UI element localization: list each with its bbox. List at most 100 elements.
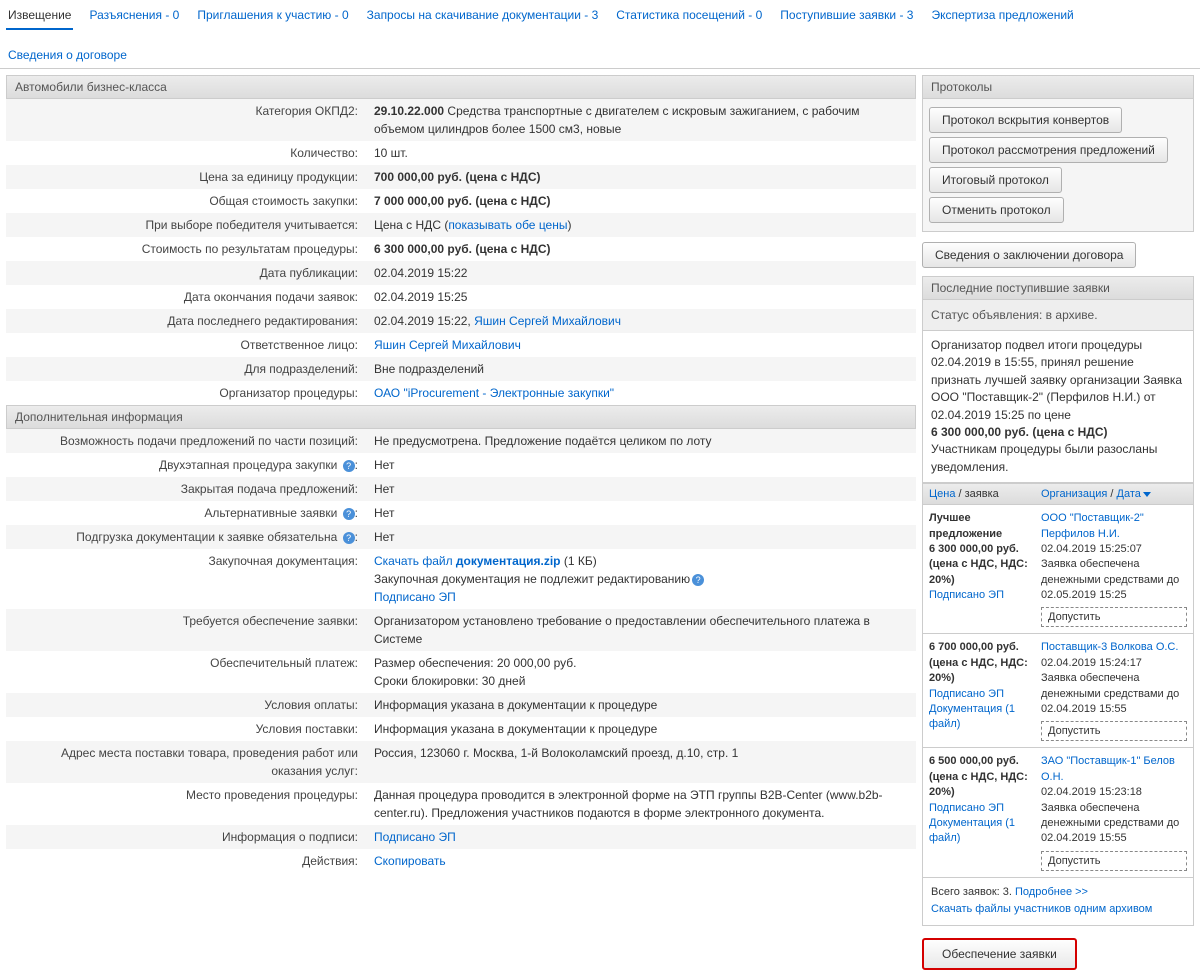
main-section-header: Автомобили бизнес-класса bbox=[6, 75, 916, 99]
closed-value: Нет bbox=[366, 477, 916, 501]
winner-criteria-value: Цена с НДС (показывать обе цены) bbox=[366, 213, 916, 237]
result-label: Стоимость по результатам процедуры: bbox=[6, 237, 366, 261]
bid-security-button[interactable]: Обеспечение заявки bbox=[922, 938, 1077, 970]
venue-label: Место проведения процедуры: bbox=[6, 783, 366, 825]
bid-signed-link[interactable]: Подписано ЭП bbox=[929, 802, 1004, 814]
secreq-value: Организатором установлено требование о п… bbox=[366, 609, 916, 651]
bid-org-link[interactable]: ЗАО "Поставщик-1" Белов О.Н. bbox=[1041, 755, 1175, 782]
help-icon[interactable]: ? bbox=[343, 508, 355, 520]
sig-label: Информация о подписи: bbox=[6, 825, 366, 849]
closed-label: Закрытая подача предложений: bbox=[6, 477, 366, 501]
bid-price: 6 500 000,00 руб. (цена с НДС, НДС: 20%) bbox=[929, 755, 1028, 798]
tab-received-bids[interactable]: Поступившие заявки - 3 bbox=[778, 4, 915, 30]
organizer-value: ОАО "iProcurement - Электронные закупки" bbox=[366, 381, 916, 405]
bid-row: 6 500 000,00 руб. (цена с НДС, НДС: 20%)… bbox=[922, 748, 1194, 877]
allow-button[interactable]: Допустить bbox=[1041, 851, 1187, 871]
bid-row: 6 700 000,00 руб. (цена с НДС, НДС: 20%)… bbox=[922, 634, 1194, 748]
chevron-down-icon bbox=[1143, 492, 1151, 497]
secreq-label: Требуется обеспечение заявки: bbox=[6, 609, 366, 651]
sig-value: Подписано ЭП bbox=[366, 825, 916, 849]
bid-org-link[interactable]: ООО "Поставщик-2" Перфилов Н.И. bbox=[1041, 512, 1144, 539]
partial-label: Возможность подачи предложений по части … bbox=[6, 429, 366, 453]
dept-label: Для подразделений: bbox=[6, 357, 366, 381]
protocol-opening-button[interactable]: Протокол вскрытия конвертов bbox=[929, 107, 1122, 133]
procdoc-value: Скачать файл документация.zip (1 КБ) Зак… bbox=[366, 549, 916, 609]
okpd2-label: Категория ОКПД2: bbox=[6, 99, 366, 141]
docreq-value: Нет bbox=[366, 525, 916, 549]
deliv-value: Информация указана в документации к проц… bbox=[366, 717, 916, 741]
extra-info-table: Возможность подачи предложений по части … bbox=[6, 429, 916, 873]
bid-price: 6 700 000,00 руб. (цена с НДС, НДС: 20%) bbox=[929, 641, 1028, 684]
docreq-label: Подгрузка документации к заявке обязател… bbox=[6, 525, 366, 549]
resp-value: Яшин Сергей Михайлович bbox=[366, 333, 916, 357]
tab-contract-info[interactable]: Сведения о договоре bbox=[6, 44, 129, 68]
addr-label: Адрес места поставки товара, проведения … bbox=[6, 741, 366, 783]
bid-docs-link[interactable]: Документация (1 файл) bbox=[929, 703, 1015, 730]
resp-label: Ответственное лицо: bbox=[6, 333, 366, 357]
venue-value: Данная процедура проводится в электронно… bbox=[366, 783, 916, 825]
help-icon[interactable]: ? bbox=[343, 532, 355, 544]
edit-label: Дата последнего редактирования: bbox=[6, 309, 366, 333]
tab-invitations[interactable]: Приглашения к участию - 0 bbox=[195, 4, 350, 30]
signature-info-link[interactable]: Подписано ЭП bbox=[374, 830, 456, 844]
copy-action-link[interactable]: Скопировать bbox=[374, 854, 446, 868]
organizer-link[interactable]: ОАО "iProcurement - Электронные закупки" bbox=[374, 386, 614, 400]
protocol-final-button[interactable]: Итоговый протокол bbox=[929, 167, 1062, 193]
bids-table-header: Цена / заявка Организация / Дата bbox=[922, 483, 1194, 505]
info-table: Категория ОКПД2: 29.10.22.000 Средства т… bbox=[6, 99, 916, 405]
protocol-review-button[interactable]: Протокол рассмотрения предложений bbox=[929, 137, 1168, 163]
bid-date: 02.04.2019 15:23:18 bbox=[1041, 786, 1142, 798]
sort-date-link[interactable]: Дата bbox=[1117, 488, 1141, 500]
extra-section-header: Дополнительная информация bbox=[6, 405, 916, 429]
download-documentation-link[interactable]: Скачать файл документация.zip bbox=[374, 554, 561, 568]
more-bids-link[interactable]: Подробнее >> bbox=[1015, 886, 1088, 898]
help-icon[interactable]: ? bbox=[343, 460, 355, 472]
bid-signed-link[interactable]: Подписано ЭП bbox=[929, 688, 1004, 700]
sort-org-link[interactable]: Организация bbox=[1041, 488, 1107, 500]
end-label: Дата окончания подачи заявок: bbox=[6, 285, 366, 309]
dept-value: Вне подразделений bbox=[366, 357, 916, 381]
bid-signed-link[interactable]: Подписано ЭП bbox=[929, 589, 1004, 601]
protocol-cancel-button[interactable]: Отменить протокол bbox=[929, 197, 1064, 223]
show-both-prices-link[interactable]: показывать обе цены bbox=[448, 218, 567, 232]
organizer-label: Организатор процедуры: bbox=[6, 381, 366, 405]
partial-value: Не предусмотрена. Предложение подаётся ц… bbox=[366, 429, 916, 453]
total-value: 7 000 000,00 руб. (цена с НДС) bbox=[366, 189, 916, 213]
deliv-label: Условия поставки: bbox=[6, 717, 366, 741]
download-all-zip-link[interactable]: Скачать файлы участников одним архивом bbox=[931, 903, 1152, 915]
unitprice-label: Цена за единицу продукции: bbox=[6, 165, 366, 189]
twostage-value: Нет bbox=[366, 453, 916, 477]
editor-link[interactable]: Яшин Сергей Михайлович bbox=[474, 314, 621, 328]
twostage-label: Двухэтапная процедура закупки ?: bbox=[6, 453, 366, 477]
bid-security: Заявка обеспечена денежными средствами д… bbox=[1041, 558, 1179, 601]
sort-price-link[interactable]: Цена bbox=[929, 488, 955, 500]
bid-org-link[interactable]: Поставщик-3 Волкова О.С. bbox=[1041, 641, 1178, 653]
winner-criteria-label: При выборе победителя учитывается: bbox=[6, 213, 366, 237]
addr-value: Россия, 123060 г. Москва, 1-й Волоколамс… bbox=[366, 741, 916, 783]
signed-ep-link[interactable]: Подписано ЭП bbox=[374, 590, 456, 604]
responsible-person-link[interactable]: Яшин Сергей Михайлович bbox=[374, 338, 521, 352]
pub-value: 02.04.2019 15:22 bbox=[366, 261, 916, 285]
allow-button[interactable]: Допустить bbox=[1041, 607, 1187, 627]
tab-notice[interactable]: Извещение bbox=[6, 4, 73, 30]
bid-docs-link[interactable]: Документация (1 файл) bbox=[929, 817, 1015, 844]
help-icon[interactable]: ? bbox=[692, 574, 704, 586]
allow-button[interactable]: Допустить bbox=[1041, 721, 1187, 741]
bid-price: 6 300 000,00 руб. (цена с НДС, НДС: 20%) bbox=[929, 543, 1028, 586]
tab-download-requests[interactable]: Запросы на скачивание документации - 3 bbox=[365, 4, 601, 30]
tab-expert-review[interactable]: Экспертиза предложений bbox=[929, 4, 1075, 30]
bid-date: 02.04.2019 15:25:07 bbox=[1041, 543, 1142, 555]
bid-security: Заявка обеспечена денежными средствами д… bbox=[1041, 672, 1179, 715]
actions-value: Скопировать bbox=[366, 849, 916, 873]
contract-info-button[interactable]: Сведения о заключении договора bbox=[922, 242, 1136, 268]
secpay-value: Размер обеспечения: 20 000,00 руб.Сроки … bbox=[366, 651, 916, 693]
tab-clarifications[interactable]: Разъяснения - 0 bbox=[87, 4, 181, 30]
bids-header: Последние поступившие заявки bbox=[922, 276, 1194, 300]
tab-visit-stats[interactable]: Статистика посещений - 0 bbox=[614, 4, 764, 30]
pub-label: Дата публикации: bbox=[6, 261, 366, 285]
procdoc-label: Закупочная документация: bbox=[6, 549, 366, 609]
organizer-summary: Организатор подвел итоги процедуры 02.04… bbox=[922, 331, 1194, 483]
edit-value: 02.04.2019 15:22, Яшин Сергей Михайлович bbox=[366, 309, 916, 333]
total-label: Общая стоимость закупки: bbox=[6, 189, 366, 213]
okpd2-value: 29.10.22.000 Средства транспортные с дви… bbox=[366, 99, 916, 141]
